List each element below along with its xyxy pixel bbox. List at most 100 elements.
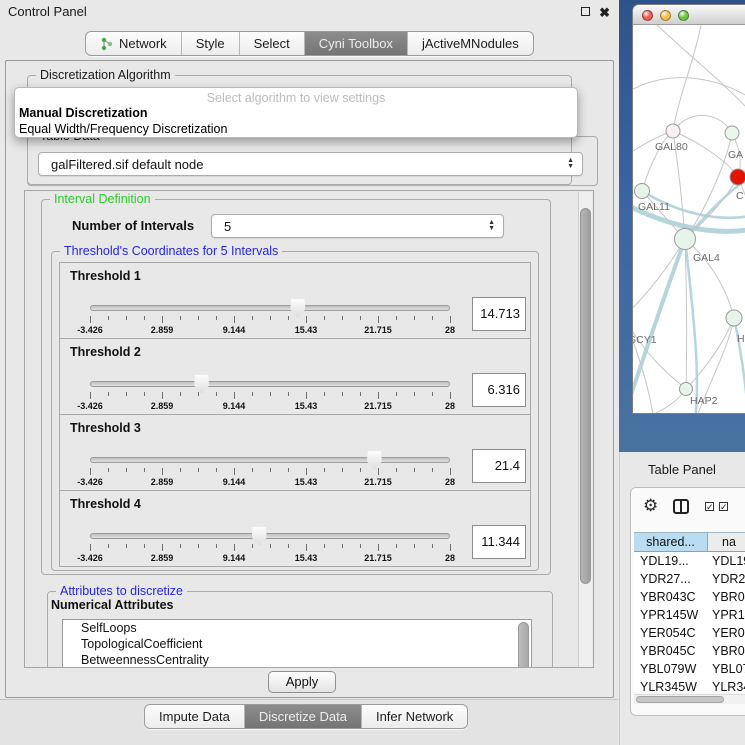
bottom-tab-label: Discretize Data	[259, 709, 347, 724]
network-node[interactable]	[686, 414, 705, 415]
close-traffic-light-icon[interactable]	[642, 10, 653, 21]
table-row[interactable]: YPR145WYPR14	[634, 606, 745, 624]
slider-tick	[414, 392, 415, 396]
tab-style[interactable]: Style	[182, 32, 240, 55]
table-row[interactable]: YDL19...YDL19	[634, 552, 745, 570]
number-of-intervals-combobox[interactable]: 5 ▲▼	[211, 214, 504, 238]
tab-jactivemnodules[interactable]: jActiveMNodules	[408, 32, 533, 55]
slider-tick	[324, 316, 325, 320]
bottom-tab-infer-network[interactable]: Infer Network	[362, 705, 467, 728]
network-node-label: C	[736, 190, 744, 202]
column-header-shared-name[interactable]: shared...	[634, 533, 708, 551]
horizontal-scrollbar[interactable]	[634, 694, 745, 704]
network-window-titlebar[interactable]	[633, 5, 745, 25]
control-panel: Control Panel ✖ NetworkStyleSelectCyni T…	[0, 0, 618, 745]
slider-tick	[108, 392, 109, 396]
vertical-scrollbar[interactable]	[578, 192, 592, 667]
table-row[interactable]: YLR345WYLR34	[634, 678, 745, 692]
name-cell: YER05	[708, 626, 745, 640]
threshold-value-field[interactable]: 6.316	[472, 373, 526, 407]
horizontal-scrollbar-thumb[interactable]	[636, 696, 724, 703]
slider-tick	[216, 392, 217, 396]
algorithm-option[interactable]: Equal Width/Frequency Discretization	[15, 121, 577, 137]
table-data-group: Table Data galFiltered.sif default node …	[27, 136, 598, 186]
tab-network[interactable]: Network	[86, 32, 182, 55]
slider-tick	[126, 544, 127, 548]
attribute-item[interactable]: TopologicalCoefficient	[63, 636, 531, 652]
slider-tick	[198, 544, 199, 548]
slider-tick	[144, 392, 145, 396]
shared-name-cell: YPR145W	[634, 608, 708, 622]
threshold-slider-track[interactable]	[90, 533, 450, 539]
slider-tick-label: 9.144	[209, 553, 259, 563]
network-node[interactable]	[666, 124, 680, 138]
checkbox-icon[interactable]: ✓	[719, 502, 728, 511]
slider-tick	[270, 316, 271, 320]
network-node[interactable]	[730, 169, 745, 185]
network-node[interactable]	[725, 126, 739, 140]
slider-tick-label: 2.859	[137, 401, 187, 411]
slider-tick	[432, 316, 433, 320]
threshold-slider-thumb[interactable]	[367, 451, 382, 470]
table-row[interactable]: YBL079WYBL07	[634, 660, 745, 678]
network-canvas[interactable]: GAL80GACGAL11GAL4GCY1HHAP2	[633, 25, 745, 414]
column-header-name[interactable]: na	[708, 533, 745, 551]
threshold-slider-thumb[interactable]	[252, 527, 267, 546]
apply-button[interactable]: Apply	[268, 671, 336, 693]
shared-name-cell: YDL19...	[634, 554, 708, 568]
checkbox-icon[interactable]: ✓	[705, 502, 714, 511]
threshold-slider-thumb[interactable]	[290, 299, 305, 318]
slider-tick	[450, 316, 451, 323]
network-node[interactable]	[680, 383, 693, 396]
threshold-slider-track[interactable]	[90, 305, 450, 311]
split-columns-icon[interactable]	[673, 499, 689, 514]
numerical-attributes-list[interactable]: SelfLoopsTopologicalCoefficientBetweenne…	[62, 619, 532, 668]
attributes-scrollbar[interactable]	[518, 622, 529, 668]
zoom-traffic-light-icon[interactable]	[678, 10, 689, 21]
gear-icon[interactable]: ⚙	[643, 496, 658, 516]
table-row[interactable]: YER054CYER05	[634, 624, 745, 642]
network-node[interactable]	[675, 229, 696, 250]
scrollbar-thumb[interactable]	[580, 208, 591, 584]
network-edge	[633, 239, 685, 317]
minimize-traffic-light-icon[interactable]	[660, 10, 671, 21]
table-row[interactable]: YDR27...YDR27	[634, 570, 745, 588]
slider-tick	[306, 544, 307, 551]
slider-tick	[414, 468, 415, 472]
bottom-tab-discretize-data[interactable]: Discretize Data	[245, 705, 362, 728]
tab-label: jActiveMNodules	[422, 36, 519, 51]
shared-name-cell: YER054C	[634, 626, 708, 640]
float-window-icon[interactable]	[581, 7, 590, 16]
table-data-combobox[interactable]: galFiltered.sif default node ▲▼	[38, 152, 583, 176]
close-icon[interactable]: ✖	[599, 5, 610, 21]
threshold-slider-track[interactable]	[90, 457, 450, 463]
attribute-item[interactable]: SelfLoops	[63, 620, 531, 636]
threshold-slider-track[interactable]	[90, 381, 450, 387]
network-view-window: GAL80GACGAL11GAL4GCY1HHAP2	[632, 4, 745, 414]
threshold-slider-thumb[interactable]	[194, 375, 209, 394]
slider-tick	[306, 392, 307, 399]
tab-label: Style	[196, 36, 225, 51]
table-rows: YDL19...YDL19YDR27...YDR27YBR043CYBR04YP…	[634, 552, 745, 692]
bottom-tab-impute-data[interactable]: Impute Data	[145, 705, 245, 728]
table-row[interactable]: YBR043CYBR04	[634, 588, 745, 606]
interval-definition-label: Interval Definition	[50, 192, 155, 206]
slider-tick	[306, 468, 307, 475]
attribute-item[interactable]: BetweennessCentrality	[63, 652, 531, 668]
network-node[interactable]	[635, 184, 650, 199]
threshold-value-field[interactable]: 21.4	[472, 449, 526, 483]
tab-select[interactable]: Select	[240, 32, 305, 55]
network-edge	[685, 133, 732, 239]
threshold-value-field[interactable]: 11.344	[472, 525, 526, 559]
slider-tick	[432, 392, 433, 396]
discretization-algorithm-label: Discretization Algorithm	[36, 68, 175, 82]
tab-cyni-toolbox[interactable]: Cyni Toolbox	[305, 32, 408, 55]
tab-label: Select	[254, 36, 290, 51]
network-node[interactable]	[726, 310, 742, 326]
slider-tick	[306, 316, 307, 323]
algorithm-option[interactable]: Manual Discretization	[15, 105, 577, 121]
table-row[interactable]: YBR045CYBR04	[634, 642, 745, 660]
threshold-value-field[interactable]: 14.713	[472, 297, 526, 331]
slider-tick	[216, 316, 217, 320]
slider-tick-label: -3.426	[65, 553, 115, 563]
